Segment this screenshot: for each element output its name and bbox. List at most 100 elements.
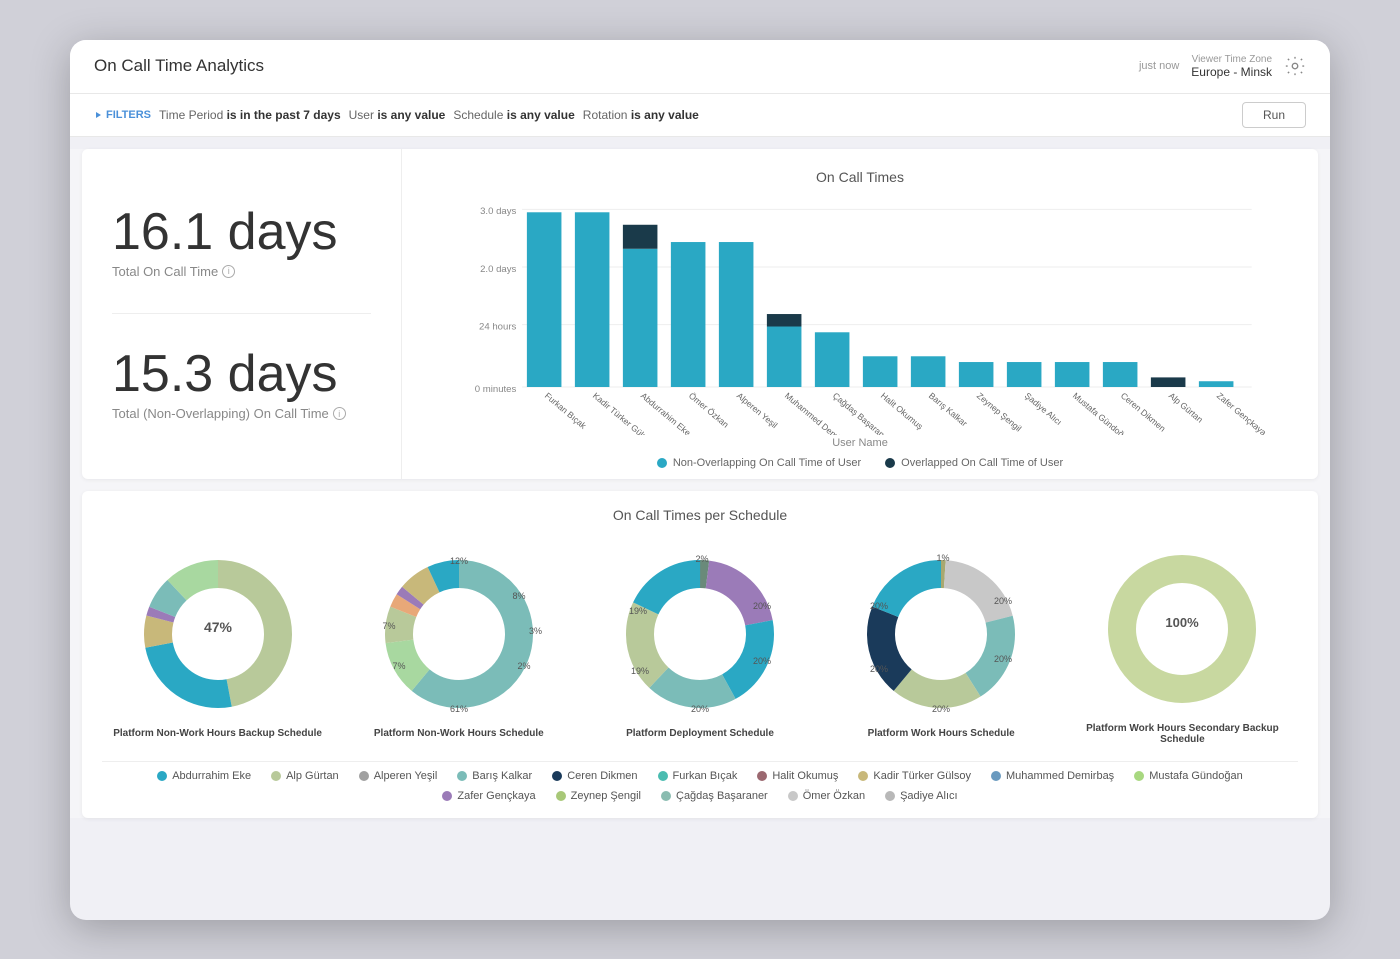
timezone-label: Viewer Time Zone (1191, 54, 1272, 65)
run-button[interactable]: Run (1242, 102, 1306, 128)
legend-baris: Barış Kalkar (457, 770, 532, 782)
svg-text:Alperen Yeşil: Alperen Yeşil (735, 390, 780, 430)
legend-label-halit: Halit Okumuş (772, 770, 838, 782)
bottom-section: On Call Times per Schedule (82, 491, 1318, 818)
legend-label-muhammed: Muhammed Demirbaş (1006, 770, 1114, 782)
svg-text:1%: 1% (937, 553, 950, 563)
timezone-info: Viewer Time Zone Europe - Minsk (1191, 54, 1272, 79)
legend-kadir: Kadir Türker Gülsoy (858, 770, 971, 782)
donut-2-svg: 12% 8% 3% 2% 61% 7% 7% (369, 544, 549, 724)
legend-non-overlapping: Non-Overlapping On Call Time of User (657, 457, 861, 469)
legend-dot-zafer (442, 791, 452, 801)
dashboard-container: On Call Time Analytics just now Viewer T… (70, 40, 1330, 920)
legend-furkan: Furkan Bıçak (658, 770, 738, 782)
last-updated: just now (1139, 60, 1179, 72)
legend-label-zeynep: Zeynep Şengil (571, 790, 641, 802)
svg-text:20%: 20% (753, 656, 771, 666)
bottom-legend: Abdurrahim Eke Alp Gürtan Alperen Yeşil … (102, 761, 1298, 802)
donut-1-label: Platform Non-Work Hours Backup Schedule (113, 728, 322, 739)
metric-total-oncall-value: 16.1 days (112, 206, 371, 258)
legend-dot-omer (788, 791, 798, 801)
info-icon-1[interactable]: i (222, 265, 235, 278)
svg-text:Zafer Gençkaya: Zafer Gençkaya (1215, 390, 1269, 435)
legend-zafer: Zafer Gençkaya (442, 790, 535, 802)
bar-chart-title: On Call Times (422, 169, 1298, 185)
legend-label-overlapped: Overlapped On Call Time of User (901, 457, 1063, 469)
legend-sadiye: Şadiye Alıcı (885, 790, 957, 802)
donut-5-label: Platform Work Hours Secondary Backup Sch… (1067, 723, 1298, 745)
donut-4: 1% 20% 20% 20% 20% 20% Platform Work Hou… (826, 544, 1057, 739)
filters-toggle[interactable]: FILTERS (94, 109, 151, 121)
filter-schedule[interactable]: Schedule is any value (453, 108, 574, 122)
timezone-value: Europe - Minsk (1191, 65, 1272, 79)
svg-text:7%: 7% (382, 621, 395, 631)
bar-chart-panel: On Call Times 3.0 days 2.0 days 24 hours… (402, 149, 1318, 479)
svg-text:Halit Okumuş: Halit Okumuş (879, 390, 925, 431)
legend-dot-abdurrahim (157, 771, 167, 781)
svg-text:12%: 12% (450, 556, 468, 566)
donut-3-label: Platform Deployment Schedule (626, 728, 774, 739)
donut-4-label: Platform Work Hours Schedule (868, 728, 1015, 739)
legend-mustafa: Mustafa Gündoğan (1134, 770, 1243, 782)
svg-text:19%: 19% (629, 606, 647, 616)
legend-dot-non-overlapping (657, 458, 667, 468)
filter-user[interactable]: User is any value (349, 108, 446, 122)
legend-dot-kadir (858, 771, 868, 781)
svg-text:100%: 100% (1166, 615, 1200, 630)
legend-dot-sadiye (885, 791, 895, 801)
top-section: 16.1 days Total On Call Time i 15.3 days… (82, 149, 1318, 479)
settings-icon[interactable] (1284, 55, 1306, 77)
legend-label-omer: Ömer Özkan (803, 790, 865, 802)
svg-text:20%: 20% (932, 704, 950, 714)
legend-abdurrahim: Abdurrahim Eke (157, 770, 251, 782)
svg-text:3.0 days: 3.0 days (480, 206, 516, 217)
svg-text:47%: 47% (204, 619, 233, 635)
svg-text:20%: 20% (994, 596, 1012, 606)
svg-text:20%: 20% (870, 601, 888, 611)
info-icon-2[interactable]: i (333, 407, 346, 420)
legend-label-baris: Barış Kalkar (472, 770, 532, 782)
metric-total-oncall: 16.1 days Total On Call Time i (112, 186, 371, 299)
legend-omer: Ömer Özkan (788, 790, 865, 802)
donut-3: 2% 20% 20% 20% 19% 19% Platform Deployme… (584, 544, 815, 739)
bar-chart-area: 3.0 days 2.0 days 24 hours 0 minutes (422, 195, 1298, 435)
legend-label-abdurrahim: Abdurrahim Eke (172, 770, 251, 782)
donut-4-svg: 1% 20% 20% 20% 20% 20% (851, 544, 1031, 724)
donut-section-title: On Call Times per Schedule (102, 507, 1298, 523)
legend-label-alp: Alp Gürtan (286, 770, 339, 782)
legend-muhammed: Muhammed Demirbaş (991, 770, 1114, 782)
svg-text:2%: 2% (517, 661, 530, 671)
legend-zeynep: Zeynep Şengil (556, 790, 641, 802)
legend-label-ceren: Ceren Dikmen (567, 770, 637, 782)
svg-text:24 hours: 24 hours (479, 321, 516, 332)
bar-chart-svg: 3.0 days 2.0 days 24 hours 0 minutes (422, 195, 1298, 435)
legend-dot-ceren (552, 771, 562, 781)
svg-text:7%: 7% (392, 661, 405, 671)
svg-text:8%: 8% (512, 591, 525, 601)
filter-time-period[interactable]: Time Period is in the past 7 days (159, 108, 341, 122)
legend-label-cagdas: Çağdaş Başaraner (676, 790, 768, 802)
legend-label-furkan: Furkan Bıçak (673, 770, 738, 782)
filter-rotation[interactable]: Rotation is any value (583, 108, 699, 122)
legend-ceren: Ceren Dikmen (552, 770, 637, 782)
page-title: On Call Time Analytics (94, 56, 264, 76)
donut-5-svg: 100% (1092, 539, 1272, 719)
legend-label-sadiye: Şadiye Alıcı (900, 790, 957, 802)
legend-dot-zeynep (556, 791, 566, 801)
legend-dot-furkan (658, 771, 668, 781)
svg-text:Furkan Bıçak: Furkan Bıçak (543, 390, 589, 431)
svg-text:19%: 19% (631, 666, 649, 676)
svg-text:Barış Kalkar: Barış Kalkar (927, 390, 970, 428)
legend-overlapped: Overlapped On Call Time of User (885, 457, 1063, 469)
legend-dot-baris (457, 771, 467, 781)
svg-text:61%: 61% (450, 704, 468, 714)
svg-text:20%: 20% (994, 654, 1012, 664)
svg-text:Abdurrahim Eke: Abdurrahim Eke (639, 390, 693, 435)
donut-5: 100% Platform Work Hours Secondary Backu… (1067, 539, 1298, 745)
svg-text:2%: 2% (695, 554, 708, 564)
legend-halit: Halit Okumuş (757, 770, 838, 782)
svg-text:Ömer Özkan: Ömer Özkan (687, 390, 731, 429)
svg-text:20%: 20% (753, 601, 771, 611)
svg-text:3%: 3% (529, 626, 542, 636)
filters-label-text: FILTERS (106, 109, 151, 121)
